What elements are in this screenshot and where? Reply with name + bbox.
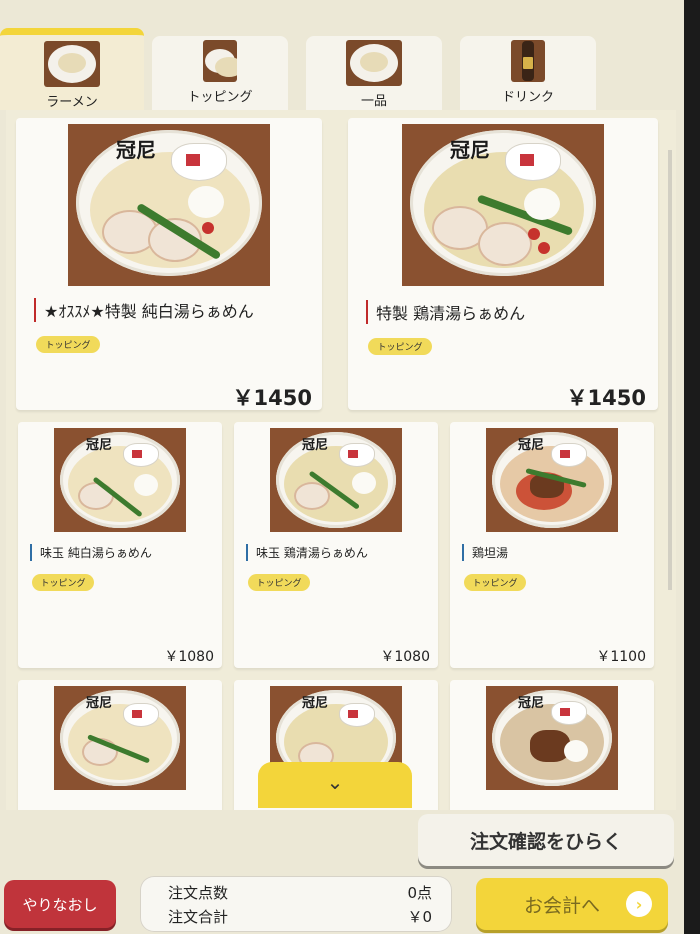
tab-label: ラーメン (46, 95, 98, 110)
chevron-down-icon: ⌄ (326, 770, 344, 794)
menu-item-card[interactable]: 冠尼 ★ｵｽｽﾒ★特製 純白湯らぁめん トッピング ￥1450 (16, 118, 322, 410)
checkout-label: お会計へ (523, 894, 600, 917)
ramen-photo: 冠尼 (486, 428, 618, 532)
topping-badge[interactable]: トッピング (32, 574, 94, 591)
menu-grid: 冠尼 ★ｵｽｽﾒ★特製 純白湯らぁめん トッピング ￥1450 冠尼 特製 鶏清… (6, 110, 676, 810)
order-count-label: 注文点数 (168, 884, 229, 902)
bowl-brand-text: 冠尼 (518, 696, 545, 711)
device-bezel (684, 0, 700, 934)
topping-badge[interactable]: トッピング (464, 574, 526, 591)
topping-photo (203, 40, 237, 82)
tab-label: ドリンク (501, 90, 554, 105)
ramen-photo: 冠尼 (402, 124, 604, 286)
bowl-brand-text: 冠尼 (450, 138, 490, 162)
menu-item-name: 特製 鶏清湯らぁめん (366, 300, 525, 324)
ramen-photo: 冠尼 (486, 686, 618, 790)
bowl-brand-text: 冠尼 (86, 696, 113, 711)
kiosk-screen: ラーメン トッピング 一品 ドリンク 冠尼 ★ｵｽｽﾒ★特製 純白湯らぁめん ト… (0, 0, 684, 934)
menu-item-price: ￥1080 (380, 649, 430, 665)
topping-badge[interactable]: トッピング (36, 336, 100, 353)
redo-button[interactable]: やりなおし (4, 880, 116, 928)
menu-item-price: ￥1100 (596, 649, 646, 665)
ramen-photo: 冠尼 (270, 428, 402, 532)
order-count-value: 0点 (407, 884, 432, 902)
menu-item-price: ￥1450 (232, 386, 312, 410)
beer-bottle-photo (511, 40, 545, 82)
order-total-value: ￥0 (407, 908, 432, 926)
menu-item-card[interactable]: 冠尼 味玉 純白湯らぁめん トッピング ￥1080 (18, 422, 222, 668)
order-summary: 注文点数 0点 注文合計 ￥0 (140, 876, 452, 932)
bowl-brand-text: 冠尼 (302, 696, 329, 711)
menu-item-name: ★ｵｽｽﾒ★特製 純白湯らぁめん (34, 298, 254, 322)
ramen-photo: 冠尼 (54, 428, 186, 532)
order-total-label: 注文合計 (168, 908, 229, 926)
bowl-brand-text: 冠尼 (302, 438, 329, 453)
category-tabs: ラーメン トッピング 一品 ドリンク (0, 28, 684, 110)
topping-badge[interactable]: トッピング (368, 338, 432, 355)
ramen-photo: 冠尼 (54, 686, 186, 790)
menu-item-name: 鶏坦湯 (462, 544, 508, 561)
ramen-photo (44, 41, 100, 87)
menu-item-card[interactable]: 冠尼 (18, 680, 222, 810)
scrollbar[interactable] (668, 150, 672, 590)
side-dish-photo (346, 40, 402, 86)
tab-label: トッピング (187, 90, 253, 105)
scroll-down-button[interactable]: ⌄ (258, 762, 412, 808)
tab-topping[interactable]: トッピング (152, 36, 288, 110)
menu-item-price: ￥1080 (164, 649, 214, 665)
footer-bar: やりなおし 注文点数 0点 注文合計 ￥0 お会計へ › (0, 870, 684, 934)
menu-item-name: 味玉 純白湯らぁめん (30, 544, 152, 561)
bowl-brand-text: 冠尼 (116, 138, 156, 162)
open-order-confirm-button[interactable]: 注文確認をひらく (418, 814, 674, 866)
topping-badge[interactable]: トッピング (248, 574, 310, 591)
chevron-right-icon: › (626, 891, 652, 917)
tab-drink[interactable]: ドリンク (460, 36, 596, 110)
menu-item-card[interactable]: 冠尼 (450, 680, 654, 810)
menu-item-name: 味玉 鶏清湯らぁめん (246, 544, 368, 561)
checkout-button[interactable]: お会計へ › (476, 878, 668, 930)
menu-item-card[interactable]: 冠尼 鶏坦湯 トッピング ￥1100 (450, 422, 654, 668)
menu-item-card[interactable]: 冠尼 味玉 鶏清湯らぁめん トッピング ￥1080 (234, 422, 438, 668)
tab-ramen[interactable]: ラーメン (0, 28, 144, 110)
tab-label: 一品 (360, 94, 387, 109)
ramen-photo: 冠尼 (68, 124, 270, 286)
bowl-brand-text: 冠尼 (518, 438, 545, 453)
bowl-brand-text: 冠尼 (86, 438, 113, 453)
tab-side-dish[interactable]: 一品 (306, 36, 442, 110)
menu-item-card[interactable]: 冠尼 特製 鶏清湯らぁめん トッピング ￥1450 (348, 118, 658, 410)
menu-item-price: ￥1450 (566, 386, 646, 410)
